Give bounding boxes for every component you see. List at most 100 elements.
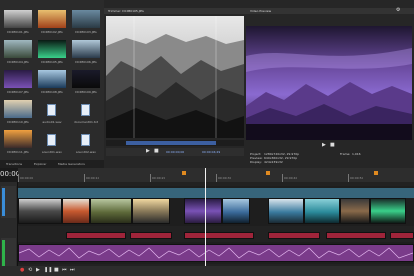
video-clip-ocean[interactable] (222, 198, 250, 224)
tab-media-generators[interactable]: Media Generators (58, 162, 85, 166)
track-headers (0, 182, 18, 276)
ruler-tick (216, 174, 217, 182)
video-clip-sunrise[interactable] (132, 198, 170, 224)
media-thumbnail (4, 100, 32, 118)
previous-icon[interactable]: ⏮ (62, 268, 67, 273)
ruler-tick-label: 00:00:20 (152, 176, 166, 180)
media-item-label: audio01.wav (42, 120, 62, 124)
record-icon[interactable]: ● (20, 268, 24, 273)
media-thumbnail (38, 40, 66, 58)
next-icon[interactable]: ⏭ (70, 268, 75, 273)
ruler-tick (348, 174, 349, 182)
media-item[interactable]: DCIM0103.JPG (70, 8, 102, 36)
audio-waveform (19, 247, 413, 259)
timeline-transport: ● ⟲ ▶ ❚❚ ■ ⏮ ⏭ (0, 266, 414, 276)
trimmer-transport: ▶ ■ 00:00:00;00 00:00:04;29 (106, 148, 244, 156)
media-thumbnail (72, 40, 100, 58)
media-item[interactable]: DCIM0102.JPG (36, 8, 68, 36)
video-clip-green[interactable] (90, 198, 132, 224)
playhead[interactable] (205, 168, 206, 266)
video-track (18, 186, 414, 226)
audio-track (18, 242, 414, 264)
ruler-tick-label: 00:00:50 (350, 176, 364, 180)
media-browser: DCIM0101.JPG DCIM0102.JPG DCIM0103.JPG DCIM… (0, 0, 104, 184)
trimmer-selection[interactable] (126, 141, 216, 145)
stop-icon[interactable]: ■ (154, 149, 159, 154)
video-clip-teal[interactable] (304, 198, 340, 224)
media-thumbnail (72, 10, 100, 28)
stop-icon[interactable]: ■ (330, 143, 335, 148)
trimmer-timecode-in: 00:00:00;00 (166, 150, 185, 154)
bw-mountains-image (106, 16, 244, 138)
play-icon[interactable]: ▶ (36, 268, 40, 273)
title-clip[interactable] (184, 232, 254, 239)
video-clip-autumn[interactable] (62, 198, 90, 224)
settings-icon[interactable]: ⚙ (396, 8, 400, 13)
media-item[interactable]: DCIM0110.JPG (2, 98, 34, 126)
timeline-ruler[interactable]: 00:00:00 00:00:10 00:00:20 00:00:30 00:00:40… (18, 168, 414, 182)
marker-icon[interactable] (374, 171, 378, 175)
timeline-timecode: 00:00:17:10 (0, 170, 18, 178)
track-color-icon (2, 240, 5, 266)
media-item-label: DCIM0107.JPG (7, 90, 29, 94)
media-item[interactable]: DCIM0107.JPG (2, 68, 34, 96)
audio-track-header[interactable] (1, 238, 16, 268)
trimmer-title: Trimmer: DCIM0105.JPG (108, 9, 144, 13)
media-thumbnail-grid: DCIM0101.JPG DCIM0102.JPG DCIM0103.JPG DCIM… (2, 8, 102, 184)
video-track-header[interactable] (1, 186, 16, 218)
trimmer-image (106, 16, 244, 138)
preview-image (246, 26, 412, 140)
media-item[interactable]: DCIM0101.JPG (2, 8, 34, 36)
info-label-display: Display: (250, 160, 262, 164)
media-thumbnail (4, 130, 32, 148)
video-clip-purple[interactable] (184, 198, 222, 224)
media-item[interactable]: sound02.wav (70, 128, 102, 156)
title-clip[interactable] (130, 232, 172, 239)
tab-explorer[interactable]: Explorer (34, 162, 47, 166)
frame-value: 1,016 (352, 152, 361, 156)
trimmer-scrub-bar[interactable] (106, 140, 244, 146)
title-clip[interactable] (268, 232, 320, 239)
ruler-tick (18, 174, 19, 182)
video-clip-sunset[interactable] (340, 198, 370, 224)
video-clip-dark-mountains[interactable] (18, 198, 62, 224)
media-item[interactable]: sound01.wav (36, 128, 68, 156)
tab-transitions[interactable]: Transitions (6, 162, 22, 166)
ruler-tick (282, 174, 283, 182)
media-item[interactable]: DCIM0105.JPG (36, 38, 68, 66)
media-item[interactable]: DCIM0108.JPG (36, 68, 68, 96)
ruler-tick-label: 00:00:40 (284, 176, 298, 180)
media-item-label: DCIM0104.JPG (7, 60, 29, 64)
title-clip[interactable] (66, 232, 126, 239)
document-icon (81, 104, 90, 116)
track-color-icon (2, 188, 5, 216)
info-value-display: 424x239x32 (264, 160, 283, 164)
marker-icon[interactable] (266, 171, 270, 175)
marker-icon[interactable] (182, 171, 186, 175)
title-clip[interactable] (390, 232, 414, 239)
video-clip-aurora[interactable] (370, 198, 406, 224)
media-item-label: DCIM0103.JPG (75, 30, 97, 34)
video-clip-beach[interactable] (268, 198, 304, 224)
overlay-track (18, 232, 414, 240)
media-item[interactable]: DCIM0109.JPG (70, 68, 102, 96)
audio-clip[interactable] (18, 244, 414, 262)
pause-icon[interactable]: ❚❚ (44, 268, 52, 273)
stop-icon[interactable]: ■ (54, 268, 59, 273)
preview-title: Video Preview (250, 9, 272, 13)
loop-icon[interactable]: ⟲ (28, 268, 32, 273)
play-icon[interactable]: ▶ (146, 149, 150, 154)
media-item[interactable]: DCIM0111.JPG (2, 128, 34, 156)
play-icon[interactable]: ▶ (322, 143, 326, 148)
media-item-label: DCIM0102.JPG (41, 30, 63, 34)
trimmer-title-bar: Trimmer: DCIM0105.JPG (104, 8, 246, 14)
media-item[interactable]: DCIM0104.JPG (2, 38, 34, 66)
media-item-label: DCIM0105.JPG (41, 60, 63, 64)
media-item[interactable]: audio01.wav (36, 98, 68, 126)
preview-transport: ▶ ■ (246, 142, 414, 150)
ruler-tick-label: 00:00:30 (218, 176, 232, 180)
media-item[interactable]: document01.txt (70, 98, 102, 126)
media-thumbnail (38, 10, 66, 28)
media-item[interactable]: DCIM0106.JPG (70, 38, 102, 66)
title-clip[interactable] (326, 232, 386, 239)
